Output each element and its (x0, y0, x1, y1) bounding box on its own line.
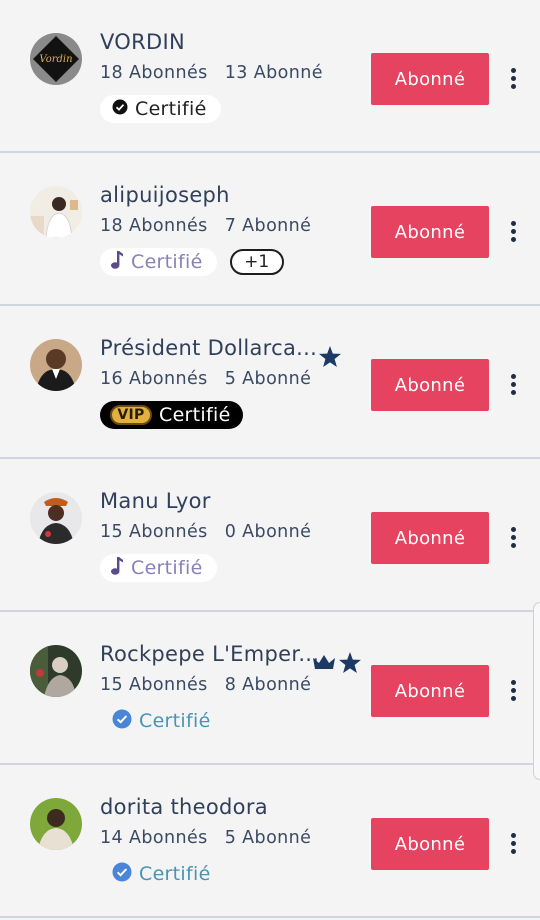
more-vertical-icon[interactable] (504, 523, 524, 553)
avatar[interactable] (30, 798, 82, 850)
following-count: 13 Abonné (224, 63, 323, 83)
user-stats: 16 Abonnés 5 Abonné (100, 369, 311, 389)
avatar-logo-text: Vordin (39, 54, 72, 65)
following-count: 5 Abonné (224, 828, 312, 848)
follow-button[interactable]: Abonné (371, 512, 489, 564)
user-row[interactable]: Rockpepe L'Emper... 15 Abonnés 8 Abonné C… (0, 612, 540, 765)
avatar[interactable]: Vordin (30, 33, 82, 85)
music-certified-badge: Certifié (100, 248, 217, 276)
extra-badges-count[interactable]: +1 (229, 249, 284, 275)
user-stats: 15 Abonnés 0 Abonné (100, 522, 311, 542)
user-name[interactable]: dorita theodora (100, 795, 268, 819)
verified-blue-icon (112, 709, 132, 734)
followers-count: 15 Abonnés (100, 675, 208, 695)
certified-label: Certifié (131, 251, 203, 273)
badge-line: VIP Certifié (100, 401, 243, 429)
follow-button[interactable]: Abonné (371, 665, 489, 717)
follow-button[interactable]: Abonné (371, 53, 489, 105)
avatar[interactable] (30, 492, 82, 544)
certified-label: Certifié (135, 98, 207, 120)
music-note-icon (110, 556, 124, 581)
verified-blue-icon (112, 862, 132, 887)
user-name[interactable]: Rockpepe L'Emper... (100, 642, 319, 666)
user-row[interactable]: Président Dollarca... 16 Abonnés 5 Abonné… (0, 306, 540, 459)
followers-count: 16 Abonnés (100, 369, 208, 389)
followers-count: 18 Abonnés (100, 63, 208, 83)
vip-tag: VIP (110, 405, 152, 425)
follow-button[interactable]: Abonné (371, 818, 489, 870)
check-circle-icon (112, 98, 128, 120)
verified-badge: Certifié (100, 860, 211, 888)
user-stats: 18 Abonnés 13 Abonné (100, 63, 323, 83)
user-row[interactable]: alipuijoseph 18 Abonnés 7 Abonné Certifié… (0, 153, 540, 306)
music-note-icon (110, 250, 124, 275)
user-name[interactable]: Manu Lyor (100, 489, 211, 513)
user-row[interactable]: dorita theodora 14 Abonnés 5 Abonné Certi… (0, 765, 540, 918)
more-vertical-icon[interactable] (504, 370, 524, 400)
user-row[interactable]: Manu Lyor 15 Abonnés 0 Abonné Certifié Ab… (0, 459, 540, 612)
user-name[interactable]: VORDIN (100, 30, 185, 54)
avatar[interactable] (30, 339, 82, 391)
badge-line: Certifié (100, 707, 211, 735)
user-name[interactable]: alipuijoseph (100, 183, 230, 207)
following-count: 8 Abonné (224, 675, 312, 695)
following-count: 7 Abonné (224, 216, 312, 236)
avatar[interactable] (30, 186, 82, 238)
follow-button[interactable]: Abonné (371, 206, 489, 258)
certified-label: Certifié (139, 710, 211, 732)
certified-label: Certifié (139, 863, 211, 885)
user-stats: 14 Abonnés 5 Abonné (100, 828, 311, 848)
star-icon (318, 346, 342, 372)
more-vertical-icon[interactable] (504, 676, 524, 706)
following-count: 5 Abonné (224, 369, 312, 389)
scrollbar-edge[interactable] (533, 602, 540, 780)
crown-icon (312, 652, 336, 676)
badge-line: Certifié (100, 860, 211, 888)
vip-label: VIP (117, 407, 145, 423)
user-row[interactable]: Vordin VORDIN 18 Abonnés 13 Abonné Certif… (0, 0, 540, 153)
more-vertical-icon[interactable] (504, 217, 524, 247)
following-count: 0 Abonné (224, 522, 312, 542)
certified-badge: Certifié (100, 95, 221, 123)
vip-certified-badge: VIP Certifié (100, 401, 243, 429)
more-vertical-icon[interactable] (504, 64, 524, 94)
followers-count: 14 Abonnés (100, 828, 208, 848)
user-name[interactable]: Président Dollarca... (100, 336, 317, 360)
user-stats: 15 Abonnés 8 Abonné (100, 675, 311, 695)
badge-line: Certifié +1 (100, 248, 284, 276)
followers-count: 18 Abonnés (100, 216, 208, 236)
star-icon (338, 652, 362, 678)
certified-label: Certifié (159, 404, 231, 426)
user-stats: 18 Abonnés 7 Abonné (100, 216, 311, 236)
badge-line: Certifié (100, 554, 217, 582)
music-certified-badge: Certifié (100, 554, 217, 582)
follow-button[interactable]: Abonné (371, 359, 489, 411)
followers-count: 15 Abonnés (100, 522, 208, 542)
avatar[interactable] (30, 645, 82, 697)
verified-badge: Certifié (100, 707, 211, 735)
badge-line: Certifié (100, 95, 221, 123)
more-vertical-icon[interactable] (504, 829, 524, 859)
certified-label: Certifié (131, 557, 203, 579)
